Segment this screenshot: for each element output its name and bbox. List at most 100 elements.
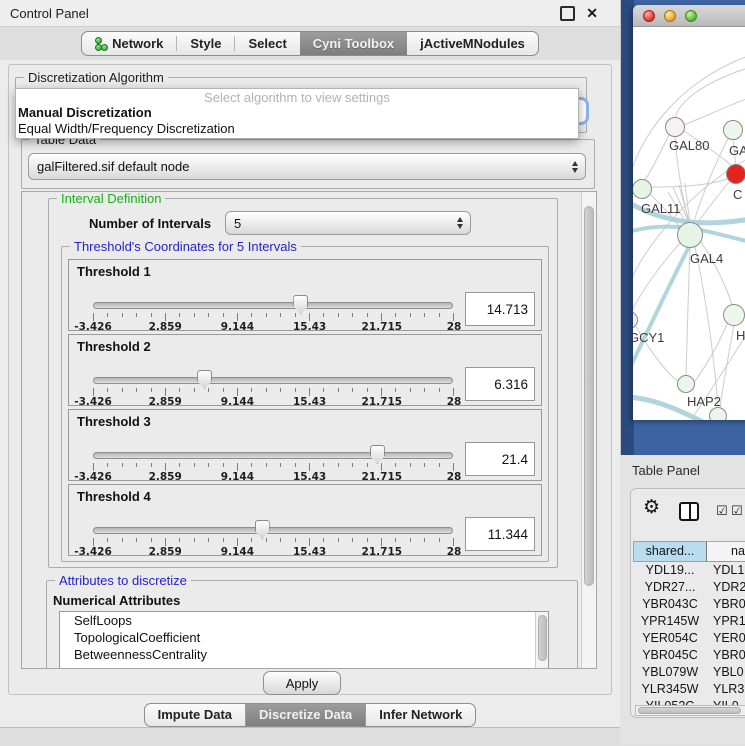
combo-stepper-icon (572, 161, 578, 173)
table-row[interactable]: YDR27...YDR2 (633, 579, 745, 596)
desktop-background-edge (620, 0, 634, 455)
network-view-window[interactable]: GAL80GACGAL11GAL4GCY1HHAP2 (633, 5, 745, 420)
table-hscrollbar-thumb[interactable] (638, 707, 741, 714)
close-icon[interactable]: ✕ (586, 7, 598, 20)
node-label: GAL80 (669, 138, 709, 153)
bottom-tabstrip: Impute DataDiscretize DataInfer Network (0, 701, 620, 727)
attribute-list-item[interactable]: SelfLoops (60, 612, 548, 629)
attributes-scrollbar-thumb[interactable] (538, 615, 547, 661)
network-node-h[interactable] (723, 304, 745, 326)
threshold-label: Threshold 4 (77, 489, 151, 504)
tab-style[interactable]: Style (177, 32, 234, 55)
tick-label: -3.426 (74, 321, 112, 333)
float-window-icon[interactable] (560, 6, 575, 21)
control-panel-tabstrip: NetworkStyle Select Cyni Toolbox jActiveMNo… (0, 27, 620, 60)
algorithm-option-equal-width-frequency[interactable]: Equal Width/Frequency Discretization (16, 121, 578, 137)
table-row[interactable]: YPR145WYPR1 (633, 613, 745, 630)
threshold-slider-thumb[interactable] (370, 445, 385, 464)
interval-definition-group-title: Interval Definition (57, 192, 165, 206)
table-row[interactable]: YBR045CYBR0 (633, 647, 745, 664)
threshold-value-field[interactable] (465, 442, 535, 476)
tab-select[interactable]: Select (235, 32, 299, 55)
numerical-attributes-list[interactable]: SelfLoopsTopologicalCoefficientBetweenne… (59, 611, 549, 668)
table-row[interactable]: YBR043CYBR0 (633, 596, 745, 613)
zoom-traffic-light-icon[interactable] (685, 10, 697, 22)
threshold-value-field[interactable] (465, 292, 535, 326)
checkbox-icon[interactable]: ☑ (716, 504, 728, 519)
attribute-list-item[interactable]: TopologicalCoefficient (60, 629, 548, 646)
network-node[interactable] (709, 407, 727, 420)
tab-impute-data[interactable]: Impute Data (145, 704, 245, 726)
table-row[interactable]: YBL079WYBL0 (633, 664, 745, 681)
attribute-list-item[interactable]: BetweennessCentrality (60, 646, 548, 663)
minimize-traffic-light-icon[interactable] (664, 10, 676, 22)
algorithm-dropdown-popup: Select algorithm to view settings Manual… (15, 88, 579, 139)
node-label: GA (729, 143, 745, 158)
threshold-slider-thumb[interactable] (255, 520, 270, 539)
cell-name: YDR2 (707, 579, 745, 596)
settings-scrollpane: Interval Definition Number of Intervals … (21, 191, 597, 669)
network-window-titlebar[interactable] (633, 5, 745, 27)
cell-shared-name: YDR27... (633, 579, 707, 596)
cell-shared-name: YBR043C (633, 596, 707, 613)
network-node-hap2[interactable] (677, 375, 695, 393)
cyni-toolbox-panel: Discretization Algorithm Select algorith… (8, 64, 612, 695)
table-data-combobox[interactable]: galFiltered.sif default node (28, 153, 586, 180)
tab-discretize-data[interactable]: Discretize Data (245, 704, 365, 726)
tab-infer-network[interactable]: Infer Network (365, 704, 475, 726)
network-canvas[interactable]: GAL80GACGAL11GAL4GCY1HHAP2 (633, 27, 745, 420)
columns-icon[interactable] (679, 502, 699, 521)
table-row[interactable]: YER054CYER0 (633, 630, 745, 647)
threshold-value-field[interactable] (465, 517, 535, 551)
tick-label: 28 (447, 471, 462, 483)
threshold-slider-track[interactable] (93, 527, 453, 534)
discretization-algorithm-group-title: Discretization Algorithm (24, 70, 168, 85)
gear-icon[interactable]: ⚙ (643, 496, 660, 518)
table-row[interactable]: YLR345WYLR3 (633, 681, 745, 698)
table-row[interactable]: YDL19...YDL1 (633, 562, 745, 579)
network-node-c[interactable] (726, 164, 745, 184)
settings-vertical-scrollbar[interactable] (581, 192, 596, 668)
table-header-name[interactable]: na (707, 541, 745, 562)
attributes-list-scrollbar[interactable] (535, 612, 548, 668)
tab-label: Cyni Toolbox (313, 36, 394, 51)
tick-label: 21.715 (362, 321, 403, 333)
tick-label: 15.43 (293, 396, 326, 408)
tick-label: 21.715 (362, 396, 403, 408)
tab-cyni-toolbox[interactable]: Cyni Toolbox (300, 32, 407, 55)
attributes-to-discretize-group: Attributes to discretize Numerical Attri… (46, 580, 578, 668)
threshold-value-field[interactable] (465, 367, 535, 401)
apply-button[interactable]: Apply (263, 671, 341, 695)
threshold-slider-thumb[interactable] (293, 295, 308, 314)
algorithm-dropdown-hint: Select algorithm to view settings (16, 89, 578, 105)
threshold-slider-track[interactable] (93, 302, 453, 309)
number-of-intervals-combobox[interactable]: 5 (225, 211, 471, 235)
thresholds-coordinates-group: Threshold's Coordinates for 5 Intervals … (61, 246, 549, 562)
threshold-slider-track[interactable] (93, 377, 453, 384)
cell-name: YPR1 (707, 613, 745, 630)
table-horizontal-scrollbar[interactable] (635, 705, 745, 716)
number-of-intervals-label: Number of Intervals (89, 216, 211, 231)
network-node-ga[interactable] (723, 120, 743, 140)
cell-shared-name: YER054C (633, 630, 707, 647)
settings-scrollbar-thumb[interactable] (584, 206, 594, 586)
tab-network[interactable]: Network (82, 32, 176, 55)
table-header-shared-name[interactable]: shared... (633, 541, 707, 562)
network-node-gal4[interactable] (677, 222, 703, 248)
cell-shared-name: YBR045C (633, 647, 707, 664)
tab-jactivemnodules[interactable]: jActiveMNodules (407, 32, 538, 55)
threshold-slider-thumb[interactable] (197, 370, 212, 389)
node-label: H (736, 328, 745, 343)
close-traffic-light-icon[interactable] (643, 10, 655, 22)
cell-name: YDL1 (707, 562, 745, 579)
tick-label: 9.144 (221, 471, 254, 483)
network-node-gal11[interactable] (633, 179, 652, 199)
tab-label: Select (248, 36, 286, 51)
checkbox-icon[interactable]: ☑ (731, 504, 743, 519)
network-node-gal80[interactable] (665, 117, 685, 137)
threshold-slider-track[interactable] (93, 452, 453, 459)
cell-shared-name: YPR145W (633, 613, 707, 630)
threshold-3-box: Threshold 3-3.4262.8599.14415.4321.71528 (68, 409, 542, 481)
algorithm-option-manual-discretization[interactable]: Manual Discretization (16, 105, 578, 121)
tick-label: 9.144 (221, 546, 254, 558)
